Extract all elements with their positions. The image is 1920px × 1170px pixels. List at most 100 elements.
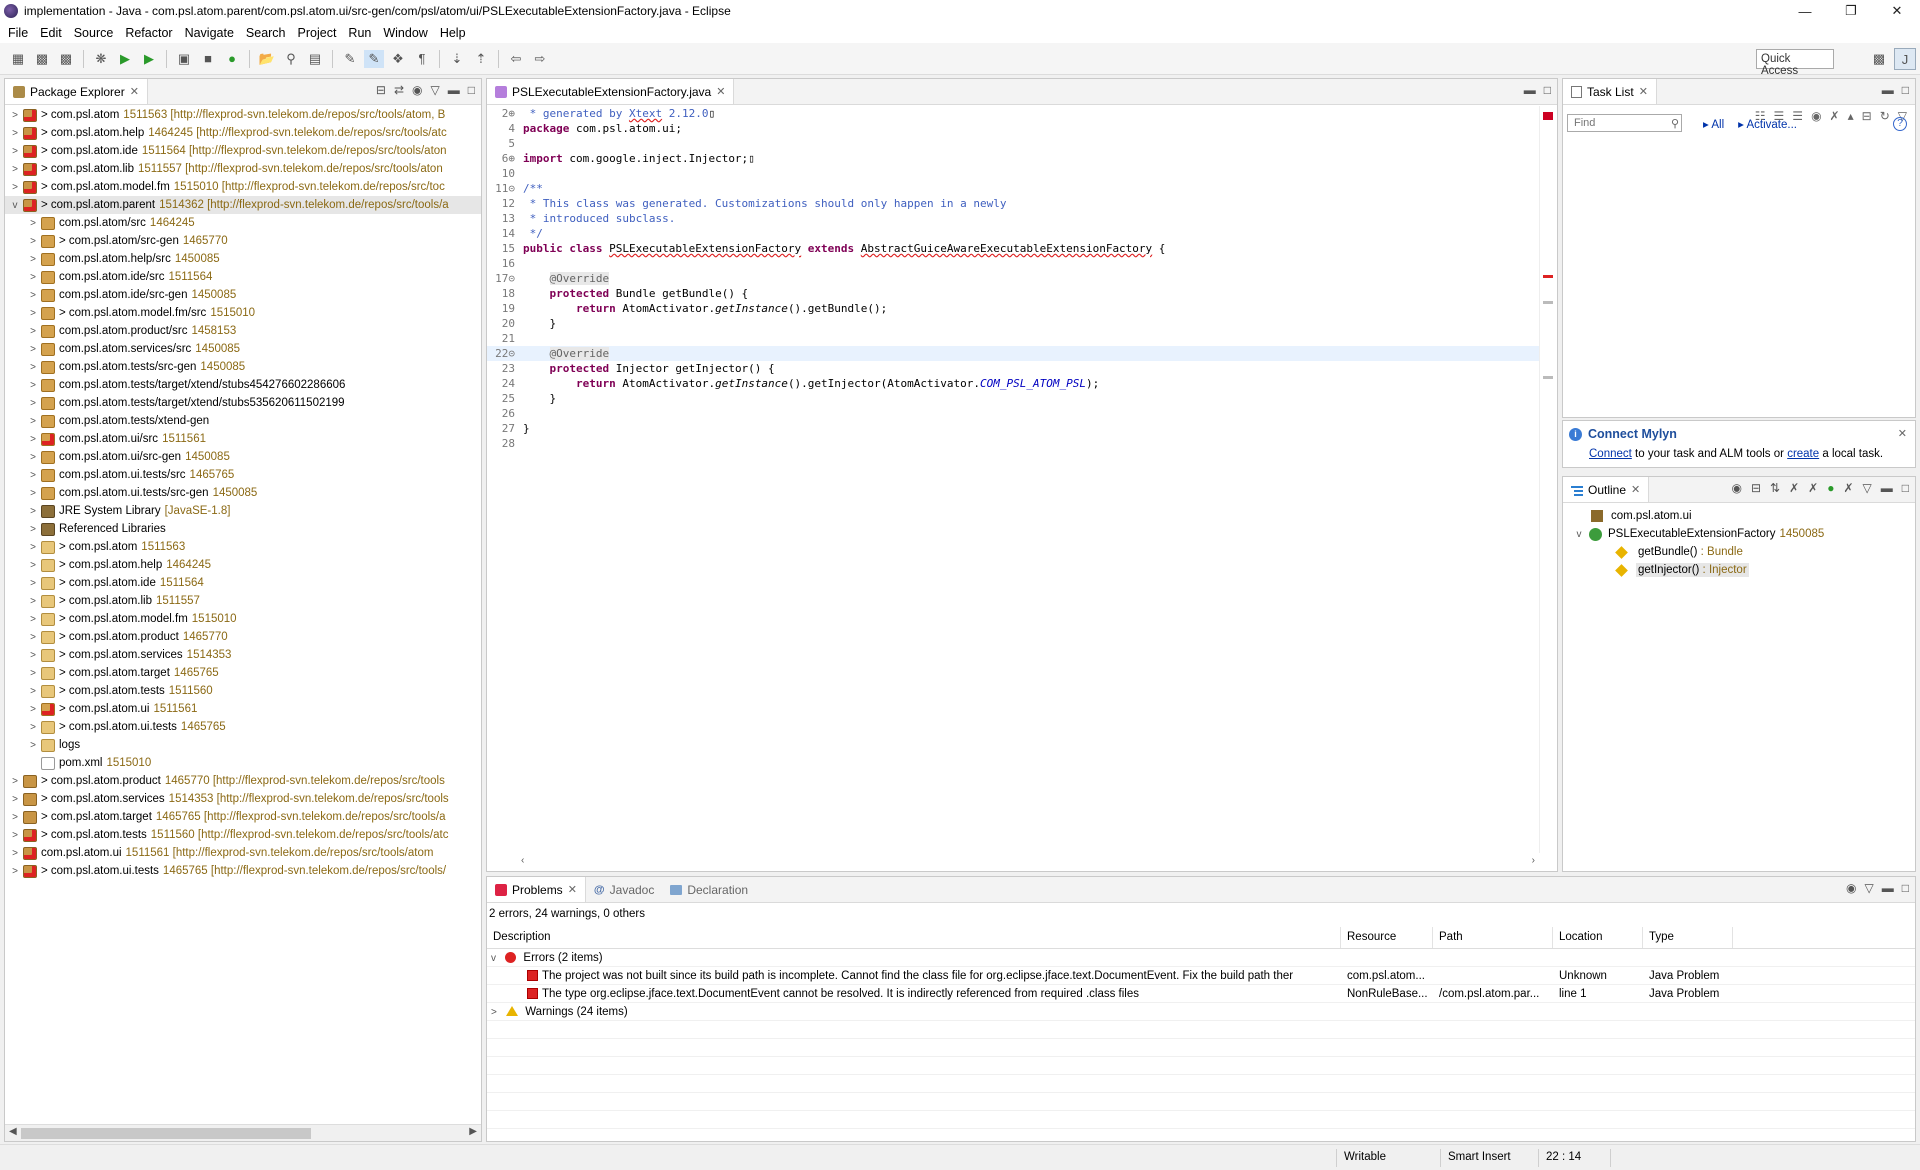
code-line[interactable]: 25 }: [487, 391, 1539, 406]
tree-item[interactable]: > com.psl.atom.product/src 1458153: [5, 322, 481, 340]
tree-item[interactable]: > com.psl.atom.tests/src-gen 1450085: [5, 358, 481, 376]
chevron-down-icon[interactable]: v: [9, 200, 21, 211]
close-icon[interactable]: ✕: [1898, 427, 1907, 440]
chevron-right-icon[interactable]: >: [27, 434, 39, 445]
tab-problems[interactable]: Problems ✕: [487, 877, 586, 902]
close-icon[interactable]: ✕: [1639, 85, 1648, 98]
sort-icon[interactable]: ⇅: [1770, 481, 1780, 495]
toggle-highlight-icon[interactable]: ✎: [364, 49, 384, 68]
chevron-right-icon[interactable]: >: [9, 164, 21, 175]
new-class-icon[interactable]: ●: [222, 50, 242, 68]
collapse-all-icon[interactable]: ⊟: [1862, 109, 1872, 123]
tab-task-list[interactable]: Task List ✕: [1563, 79, 1657, 104]
maximize-view-icon[interactable]: □: [468, 83, 475, 97]
chevron-right-icon[interactable]: >: [9, 110, 21, 121]
outline-method[interactable]: getInjector() : Injector: [1563, 561, 1915, 579]
code-line[interactable]: 11⊝ /**: [487, 181, 1539, 196]
menu-search[interactable]: Search: [242, 26, 294, 40]
chevron-right-icon[interactable]: >: [27, 398, 39, 409]
collapse-all-icon[interactable]: ⊟: [1751, 481, 1761, 495]
toggle-mark-occurrences-icon[interactable]: ✎: [340, 50, 360, 68]
chevron-right-icon[interactable]: >: [27, 452, 39, 463]
chevron-right-icon[interactable]: >: [9, 848, 21, 859]
horizontal-scrollbar[interactable]: ◀ ▶: [5, 1124, 481, 1141]
chevron-right-icon[interactable]: >: [27, 380, 39, 391]
focus-workweek-icon[interactable]: ▴: [1848, 109, 1854, 123]
save-icon[interactable]: ▩: [32, 50, 52, 68]
tree-item[interactable]: > > com.psl.atom.ide 1511564: [5, 574, 481, 592]
chevron-down-icon[interactable]: v: [491, 953, 496, 964]
tree-item[interactable]: > > com.psl.atom.ui.tests 1465765: [5, 718, 481, 736]
create-link[interactable]: create: [1787, 448, 1819, 460]
chevron-right-icon[interactable]: >: [27, 542, 39, 553]
tree-item[interactable]: pom.xml 1515010: [5, 754, 481, 772]
chevron-right-icon[interactable]: >: [9, 866, 21, 877]
quick-access-input[interactable]: Quick Access: [1756, 49, 1834, 77]
maximize-button[interactable]: ❐: [1828, 0, 1874, 22]
tree-item[interactable]: > > com.psl.atom.product 1465770 [http://f…: [5, 772, 481, 790]
focus-icon[interactable]: ◉: [1731, 481, 1741, 495]
tree-item[interactable]: > com.psl.atom.help/src 1450085: [5, 250, 481, 268]
menu-file[interactable]: File: [4, 26, 36, 40]
tree-item[interactable]: > > com.psl.atom.services 1514353: [5, 646, 481, 664]
tree-item[interactable]: > JRE System Library [JavaSE-1.8]: [5, 502, 481, 520]
outline-method[interactable]: getBundle() : Bundle: [1563, 543, 1915, 561]
tab-javadoc[interactable]: @ Javadoc: [586, 877, 662, 902]
chevron-right-icon[interactable]: >: [9, 146, 21, 157]
chevron-right-icon[interactable]: >: [27, 650, 39, 661]
code-line[interactable]: 2⊕ * generated by Xtext 2.12.0▯: [487, 106, 1539, 121]
chevron-right-icon[interactable]: >: [27, 218, 39, 229]
tree-item[interactable]: > > com.psl.atom.tests 1511560: [5, 682, 481, 700]
menu-source[interactable]: Source: [70, 26, 122, 40]
tree-item[interactable]: v > com.psl.atom.parent 1514362 [http://fl…: [5, 196, 481, 214]
code-line[interactable]: 15 public class PSLExecutableExtensionFac…: [487, 241, 1539, 256]
tree-item[interactable]: > > com.psl.atom.ui 1511561: [5, 700, 481, 718]
tree-item[interactable]: > com.psl.atom.ui/src-gen 1450085: [5, 448, 481, 466]
tree-item[interactable]: > > com.psl.atom.target 1465765 [http://fl…: [5, 808, 481, 826]
code-line[interactable]: 24 return AtomActivator.getInstance().ge…: [487, 376, 1539, 391]
hide-fields-icon[interactable]: ✗: [1789, 481, 1799, 495]
tree-item[interactable]: > > com.psl.atom.target 1465765: [5, 664, 481, 682]
menu-help[interactable]: Help: [436, 26, 474, 40]
tree-item[interactable]: > com.psl.atom.ui.tests/src-gen 1450085: [5, 484, 481, 502]
close-icon[interactable]: ✕: [716, 85, 725, 98]
tree-item[interactable]: > > com.psl.atom.lib 1511557 [http://flexp…: [5, 160, 481, 178]
link-editor-icon[interactable]: ⇄: [394, 83, 404, 97]
vertical-scrollbar[interactable]: [1539, 106, 1557, 853]
new-java-project-icon[interactable]: ▣: [174, 50, 194, 68]
chevron-right-icon[interactable]: >: [9, 794, 21, 805]
chevron-right-icon[interactable]: >: [27, 506, 39, 517]
tree-item[interactable]: > > com.psl.atom 1511563: [5, 538, 481, 556]
problem-row[interactable]: The project was not built since its buil…: [487, 967, 1915, 985]
chevron-right-icon[interactable]: >: [27, 344, 39, 355]
chevron-right-icon[interactable]: >: [9, 830, 21, 841]
code-line[interactable]: 12 * This class was generated. Customiza…: [487, 196, 1539, 211]
task-find-input[interactable]: [1567, 114, 1682, 132]
chevron-right-icon[interactable]: >: [27, 236, 39, 247]
external-tools-icon[interactable]: ▶: [139, 50, 159, 68]
code-line[interactable]: 19 return AtomActivator.getInstance().ge…: [487, 301, 1539, 316]
view-menu-icon[interactable]: ▽: [431, 83, 440, 97]
code-line[interactable]: 23 protected Injector getInjector() {: [487, 361, 1539, 376]
back-icon[interactable]: ⇦: [506, 50, 526, 68]
chevron-right-icon[interactable]: >: [27, 488, 39, 499]
tree-item[interactable]: > > com.psl.atom.ide 1511564 [http://flexp…: [5, 142, 481, 160]
save-all-icon[interactable]: ▩: [56, 50, 76, 68]
tree-item[interactable]: > Referenced Libraries: [5, 520, 481, 538]
chevron-right-icon[interactable]: >: [27, 416, 39, 427]
hide-local-types-icon[interactable]: ✗: [1843, 481, 1853, 495]
code-line[interactable]: 10: [487, 166, 1539, 181]
tree-item[interactable]: > > com.psl.atom.model.fm 1515010: [5, 610, 481, 628]
chevron-right-icon[interactable]: >: [27, 290, 39, 301]
menu-project[interactable]: Project: [294, 26, 345, 40]
maximize-view-icon[interactable]: □: [1902, 481, 1909, 495]
tree-item[interactable]: > com.psl.atom.ui 1511561 [http://flexprod…: [5, 844, 481, 862]
task-activate[interactable]: ▸ Activate...: [1738, 117, 1797, 131]
tree-item[interactable]: > com.psl.atom.ui.tests/src 1465765: [5, 466, 481, 484]
run-icon[interactable]: ▶: [115, 50, 135, 68]
maximize-view-icon[interactable]: □: [1902, 881, 1909, 895]
chevron-right-icon[interactable]: >: [27, 326, 39, 337]
menu-navigate[interactable]: Navigate: [181, 26, 242, 40]
tree-item[interactable]: > > com.psl.atom.services 1514353 [http://…: [5, 790, 481, 808]
chevron-right-icon[interactable]: >: [27, 254, 39, 265]
